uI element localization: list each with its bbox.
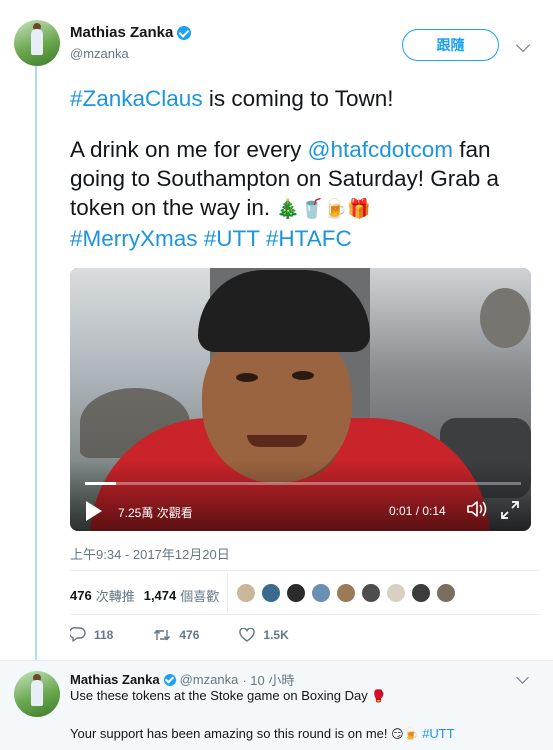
liker-avatar[interactable] <box>386 583 406 603</box>
tweet-text-segment: is coming to Town! <box>202 86 394 111</box>
liker-avatar[interactable] <box>261 583 281 603</box>
hashtag-link[interactable]: #HTAFC <box>266 226 352 251</box>
stats-separator <box>227 573 228 613</box>
liker-avatar[interactable] <box>361 583 381 603</box>
reply-author-avatar[interactable] <box>14 671 60 717</box>
like-count[interactable]: 1,474 <box>144 588 177 603</box>
author-display-name[interactable]: Mathias Zanka <box>70 24 173 41</box>
divider <box>70 570 540 571</box>
reply-author-name[interactable]: Mathias Zanka <box>70 672 160 687</box>
like-icon <box>239 627 256 642</box>
retweet-action-count: 476 <box>179 627 200 642</box>
tweet-text-segment: A drink on me for every <box>70 137 308 162</box>
gift-emoji: 🎁 <box>347 199 372 220</box>
verified-badge-icon <box>177 25 192 40</box>
divider <box>70 614 540 615</box>
tweet-timestamp[interactable]: 上午9:34 - 2017年12月20日 <box>70 544 230 563</box>
video-progress-bar[interactable] <box>85 482 521 485</box>
liker-avatars <box>236 583 461 603</box>
liker-avatar[interactable] <box>311 583 331 603</box>
video-progress-fill <box>85 482 116 485</box>
retweet-icon <box>154 629 171 640</box>
reply-count: 118 <box>94 627 114 642</box>
liker-avatar[interactable] <box>336 583 356 603</box>
video-view-count: 7.25萬 次觀看 <box>118 506 193 520</box>
hashtag-link[interactable]: #UTT <box>422 726 455 741</box>
thread-line <box>35 64 37 664</box>
reply-text-segment: Use these tokens at the Stoke game on Bo… <box>70 688 372 703</box>
author-avatar[interactable] <box>14 20 60 66</box>
author-name-row[interactable]: Mathias Zanka <box>70 24 192 41</box>
liker-avatar[interactable] <box>411 583 431 603</box>
video-person-beanie <box>198 270 370 352</box>
video-time: 0:01 / 0:14 <box>389 504 446 518</box>
retweet-count[interactable]: 476 <box>70 588 92 603</box>
chevron-down-icon[interactable] <box>515 37 531 53</box>
like-count-label[interactable]: 個喜歡 <box>180 586 219 605</box>
christmas-tree-emoji: 🎄 <box>276 199 301 220</box>
fullscreen-icon[interactable] <box>500 500 520 520</box>
like-button[interactable]: 1.5K <box>239 627 289 642</box>
hashtag-link[interactable]: #ZankaClaus <box>70 86 203 111</box>
liker-avatar[interactable] <box>286 583 306 603</box>
tweet-stats: 476 次轉推 1,474 個喜歡 <box>70 586 219 605</box>
retweet-count-label[interactable]: 次轉推 <box>96 586 135 605</box>
video-player[interactable]: 7.25萬 次觀看 0:01 / 0:14 <box>70 268 531 531</box>
mention-link[interactable]: @htafcdotcom <box>308 137 453 162</box>
smirk-beer-emoji: 😏🍺 <box>391 727 419 741</box>
reply-icon <box>70 627 86 642</box>
reply-header: Mathias Zanka @mzanka · 10 小時 <box>70 670 294 689</box>
cup-with-straw-emoji: 🥤 <box>300 199 324 220</box>
follow-button[interactable]: 跟隨 <box>402 29 499 61</box>
hashtag-link[interactable]: #MerryXmas <box>70 226 198 251</box>
reply-button[interactable]: 118 <box>70 627 113 642</box>
tweet-actions: 118 476 1.5K <box>70 627 329 642</box>
boxing-glove-emoji: 🥊 <box>371 689 387 703</box>
reply-text-line: Your support has been amazing so this ro… <box>70 726 455 741</box>
liker-avatar[interactable] <box>236 583 256 603</box>
author-handle[interactable]: @mzanka <box>70 46 129 61</box>
reply-text-line: Use these tokens at the Stoke game on Bo… <box>70 688 386 703</box>
tweet-text: #ZankaClaus is coming to Town! A drink o… <box>70 84 540 253</box>
hashtag-link[interactable]: #UTT <box>204 226 260 251</box>
volume-icon[interactable] <box>466 500 488 518</box>
play-icon[interactable] <box>86 501 102 521</box>
retweet-button[interactable]: 476 <box>153 628 199 642</box>
verified-badge-icon <box>163 673 176 686</box>
like-action-count: 1.5K <box>263 627 289 642</box>
beer-mug-emoji: 🍺 <box>323 199 348 220</box>
reply-time[interactable]: · 10 小時 <box>242 670 294 689</box>
liker-avatar[interactable] <box>436 583 456 603</box>
reply-author-handle[interactable]: @mzanka <box>180 672 239 687</box>
reply-text-segment: Your support has been amazing so this ro… <box>70 726 392 741</box>
